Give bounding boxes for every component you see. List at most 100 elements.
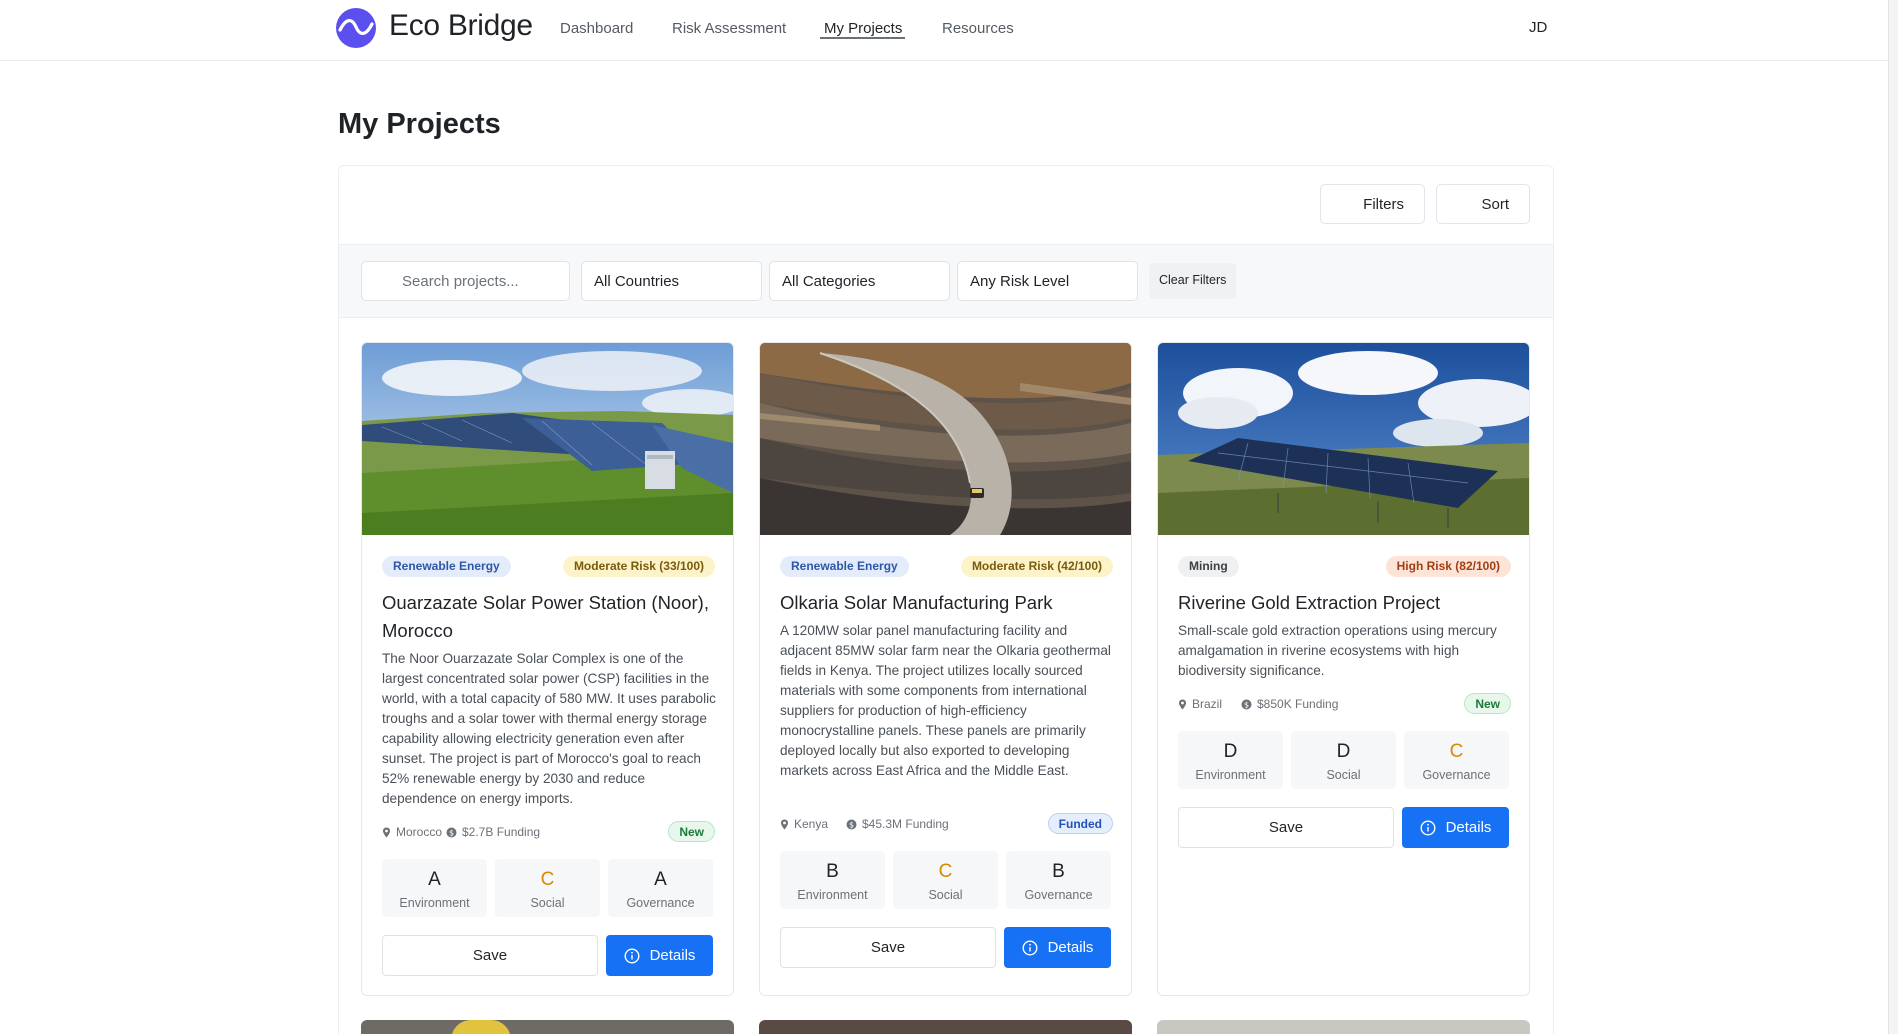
grade-label: Environment bbox=[797, 888, 868, 902]
search-icon bbox=[376, 274, 390, 288]
grade-label: Social bbox=[1326, 768, 1361, 782]
grade-letter: C bbox=[938, 861, 953, 882]
details-button-label: Details bbox=[649, 947, 696, 964]
brand-name[interactable]: Eco Bridge bbox=[389, 9, 533, 43]
details-button[interactable]: Details bbox=[1004, 927, 1111, 968]
save-button[interactable]: Save bbox=[780, 927, 996, 968]
grade-label: Governance bbox=[626, 896, 695, 910]
status-badge: Funded bbox=[1047, 813, 1113, 834]
grade-social: C Social bbox=[495, 859, 600, 917]
logo-wave-icon[interactable] bbox=[336, 8, 376, 48]
svg-text:$: $ bbox=[849, 820, 854, 829]
sort-button-label: Sort bbox=[1481, 195, 1509, 213]
nav-resources[interactable]: Resources bbox=[942, 20, 1014, 37]
details-button-label: Details bbox=[1445, 819, 1492, 836]
sort-icon bbox=[1453, 197, 1467, 211]
location-pin-icon bbox=[1179, 699, 1186, 709]
project-title[interactable]: Riverine Gold Extraction Project bbox=[1178, 589, 1518, 617]
grade-label: Social bbox=[530, 896, 565, 910]
project-card-partial bbox=[361, 1020, 734, 1034]
project-country: Morocco bbox=[382, 825, 442, 839]
grade-governance: C Governance bbox=[1404, 731, 1509, 789]
funding-text: $2.7B Funding bbox=[462, 825, 541, 839]
filter-icon bbox=[1337, 197, 1351, 211]
project-card: Renewable Energy Moderate Risk (42/100) … bbox=[759, 342, 1132, 996]
grade-letter: B bbox=[1052, 861, 1065, 882]
search-input[interactable]: Search projects... bbox=[361, 261, 570, 301]
project-funding: $ $2.7B Funding bbox=[446, 825, 540, 839]
category-badge: Renewable Energy bbox=[382, 556, 511, 577]
details-button[interactable]: Details bbox=[606, 935, 713, 976]
grade-social: C Social bbox=[893, 851, 998, 909]
status-badge: New bbox=[668, 821, 715, 842]
info-circle-icon bbox=[1022, 939, 1038, 956]
nav-risk-assessment[interactable]: Risk Assessment bbox=[672, 20, 786, 37]
user-avatar[interactable]: JD bbox=[1529, 19, 1547, 36]
details-button-label: Details bbox=[1047, 939, 1094, 956]
location-pin-icon bbox=[383, 827, 390, 837]
category-select[interactable]: All Categories bbox=[769, 261, 950, 301]
dollar-icon: $ bbox=[1241, 699, 1252, 709]
project-title[interactable]: Ouarzazate Solar Power Station (Noor), M… bbox=[382, 589, 722, 645]
grade-governance: A Governance bbox=[608, 859, 713, 917]
clear-filters-button[interactable]: Clear Filters bbox=[1149, 263, 1237, 299]
grade-governance: B Governance bbox=[1006, 851, 1111, 909]
grade-letter: A bbox=[654, 869, 667, 890]
project-funding: $ $45.3M Funding bbox=[846, 817, 949, 831]
project-funding: $ $850K Funding bbox=[1241, 697, 1338, 711]
page-scrollbar[interactable] bbox=[1888, 0, 1898, 1034]
project-image-solar-array bbox=[1158, 343, 1529, 535]
project-card-partial bbox=[759, 1020, 1132, 1034]
sort-button[interactable]: Sort bbox=[1436, 184, 1530, 224]
nav-my-projects[interactable]: My Projects bbox=[824, 20, 902, 37]
location-pin-icon bbox=[781, 819, 788, 829]
country-text: Kenya bbox=[794, 817, 829, 831]
project-card: Mining High Risk (82/100) Riverine Gold … bbox=[1157, 342, 1530, 996]
risk-badge: Moderate Risk (42/100) bbox=[960, 556, 1113, 577]
grade-label: Environment bbox=[399, 896, 470, 910]
country-select[interactable]: All Countries bbox=[581, 261, 762, 301]
grade-letter: C bbox=[1449, 741, 1464, 762]
grade-label: Governance bbox=[1422, 768, 1491, 782]
project-country: Kenya bbox=[780, 817, 828, 831]
filters-button[interactable]: Filters bbox=[1320, 184, 1425, 224]
dollar-icon: $ bbox=[446, 827, 457, 837]
grade-letter: D bbox=[1336, 741, 1351, 762]
project-title[interactable]: Olkaria Solar Manufacturing Park bbox=[780, 589, 1120, 617]
save-button[interactable]: Save bbox=[382, 935, 598, 976]
grade-label: Governance bbox=[1024, 888, 1093, 902]
project-image-partial bbox=[451, 1020, 511, 1034]
page-title: My Projects bbox=[338, 108, 501, 140]
info-circle-icon bbox=[1420, 819, 1436, 836]
project-image-open-pit-mine bbox=[760, 343, 1131, 535]
save-button[interactable]: Save bbox=[1178, 807, 1394, 848]
grade-social: D Social bbox=[1291, 731, 1396, 789]
nav-active-indicator bbox=[820, 37, 905, 39]
category-badge: Renewable Energy bbox=[780, 556, 909, 577]
project-card-partial bbox=[1157, 1020, 1530, 1034]
category-badge: Mining bbox=[1178, 556, 1239, 577]
risk-level-select[interactable]: Any Risk Level bbox=[957, 261, 1138, 301]
grade-environment: A Environment bbox=[382, 859, 487, 917]
filters-button-label: Filters bbox=[1363, 195, 1404, 213]
project-description: A 120MW solar panel manufacturing facili… bbox=[780, 623, 1111, 778]
grade-environment: D Environment bbox=[1178, 731, 1283, 789]
top-navigation: Eco Bridge Dashboard Risk Assessment My … bbox=[0, 0, 1898, 61]
project-card: Renewable Energy Moderate Risk (33/100) … bbox=[361, 342, 734, 996]
country-text: Brazil bbox=[1192, 697, 1223, 711]
svg-text:$: $ bbox=[1244, 700, 1249, 709]
grade-letter: A bbox=[428, 869, 441, 890]
grade-letter: D bbox=[1223, 741, 1238, 762]
grade-letter: B bbox=[826, 861, 839, 882]
funding-text: $45.3M Funding bbox=[862, 817, 949, 831]
project-description: The Noor Ouarzazate Solar Complex is one… bbox=[382, 651, 716, 806]
risk-badge: Moderate Risk (33/100) bbox=[562, 556, 715, 577]
search-placeholder: Search projects... bbox=[402, 273, 519, 290]
grade-label: Environment bbox=[1195, 768, 1266, 782]
svg-text:$: $ bbox=[449, 828, 454, 837]
nav-dashboard[interactable]: Dashboard bbox=[560, 20, 633, 37]
risk-badge: High Risk (82/100) bbox=[1385, 556, 1511, 577]
project-description: Small-scale gold extraction operations u… bbox=[1178, 623, 1497, 678]
details-button[interactable]: Details bbox=[1402, 807, 1509, 848]
grade-label: Social bbox=[928, 888, 963, 902]
